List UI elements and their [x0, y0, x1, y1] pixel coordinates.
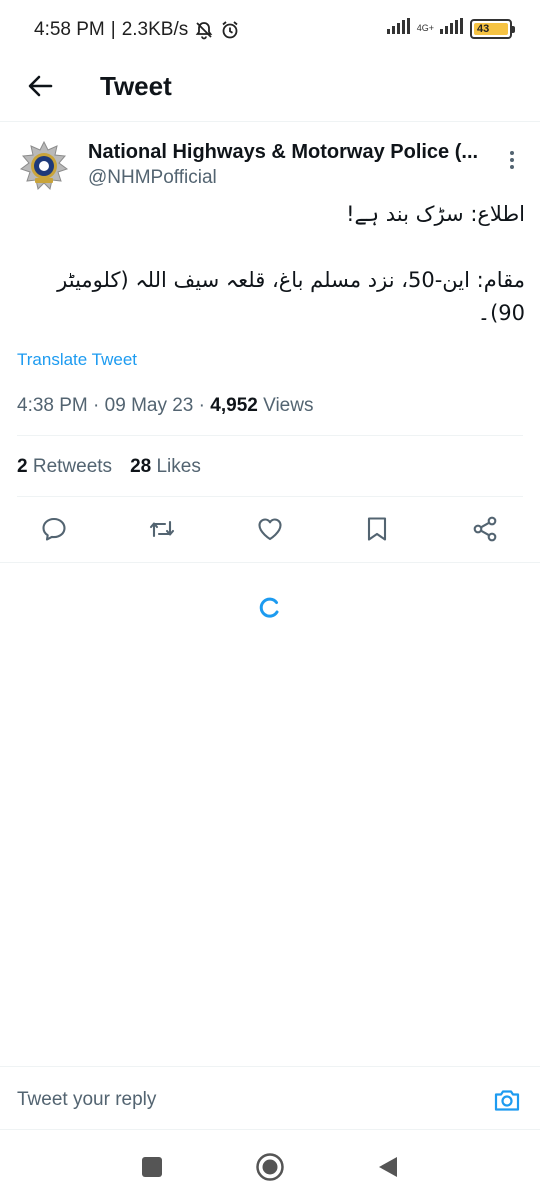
divider: [17, 496, 523, 497]
tweet-text-line: مقام: این-50، نزد مسلم باغ، قلعہ سیف الل…: [57, 268, 525, 325]
avatar[interactable]: [17, 140, 71, 194]
bookmark-icon: [364, 515, 390, 548]
battery-icon: 43: [470, 18, 515, 39]
views-count: 4,952: [210, 395, 258, 416]
retweets-count: 2: [17, 456, 28, 477]
arrow-left-icon: [27, 73, 53, 104]
app-header: Tweet: [0, 60, 540, 122]
tweet-stats: 2 Retweets 28 Likes: [17, 456, 201, 478]
camera-icon: [492, 1090, 522, 1119]
author-name[interactable]: National Highways & Motorway Police (...: [88, 141, 498, 164]
triangle-back-icon: [376, 1155, 400, 1184]
share-icon: [471, 515, 499, 548]
likes-count: 28: [130, 456, 152, 477]
back-button[interactable]: [20, 68, 60, 108]
status-left: 4:58 PM | 2.3KB/s: [34, 19, 240, 41]
divider: [17, 435, 523, 436]
loading-spinner-icon: [258, 597, 280, 619]
author-handle[interactable]: @NHMPofficial: [88, 167, 217, 189]
network-label: 4G+: [416, 23, 434, 33]
tweet-time[interactable]: 4:38 PM: [17, 395, 88, 416]
like-icon: [256, 515, 284, 548]
more-options-button[interactable]: [498, 148, 526, 176]
tweet-text-line: اطلاع: سڑک بند ہے!: [346, 202, 525, 226]
back-nav-button[interactable]: [373, 1154, 403, 1184]
system-nav-bar: [0, 1140, 540, 1200]
meta-dot: ·: [198, 395, 205, 416]
status-time: 4:58 PM: [34, 19, 105, 40]
square-icon: [141, 1156, 163, 1183]
camera-button[interactable]: [492, 1085, 522, 1115]
retweet-icon: [147, 515, 177, 548]
divider: [0, 562, 540, 563]
tweet-text-spacer: [17, 231, 525, 264]
share-button[interactable]: [470, 516, 500, 546]
tweet-actions: [0, 508, 540, 554]
battery-level: 43: [474, 22, 508, 35]
retweet-button[interactable]: [147, 516, 177, 546]
reply-input[interactable]: [17, 1089, 457, 1111]
tweet-text: اطلاع: سڑک بند ہے! مقام: این-50، نزد مسل…: [17, 198, 525, 330]
meta-dot: ·: [93, 395, 100, 416]
status-bar: 4:58 PM | 2.3KB/s 4G+ 43: [0, 0, 540, 60]
retweets-stat[interactable]: 2 Retweets: [17, 456, 112, 478]
status-separator: |: [110, 19, 116, 40]
mute-bell-icon: [194, 20, 214, 40]
signal-icon: [386, 18, 411, 39]
police-badge-icon: [19, 140, 69, 190]
more-vertical-icon: [509, 150, 515, 175]
likes-stat[interactable]: 28 Likes: [130, 456, 201, 478]
reply-bar: [0, 1066, 540, 1130]
page-title: Tweet: [100, 71, 172, 101]
signal-icon-2: [440, 18, 464, 39]
views-label: Views: [263, 395, 314, 416]
likes-label: Likes: [156, 456, 201, 477]
status-right: 4G+ 43: [386, 18, 515, 39]
translate-tweet-link[interactable]: Translate Tweet: [17, 350, 137, 370]
retweets-label: Retweets: [32, 456, 113, 477]
bookmark-button[interactable]: [362, 516, 392, 546]
tweet-date[interactable]: 09 May 23: [105, 395, 194, 416]
home-button[interactable]: [255, 1152, 285, 1187]
status-speed: 2.3KB/s: [121, 19, 189, 40]
home-circle-icon: [255, 1152, 285, 1187]
alarm-icon: [220, 20, 240, 40]
recents-button[interactable]: [137, 1154, 167, 1184]
tweet-meta: 4:38 PM · 09 May 23 · 4,952 Views: [17, 395, 313, 417]
like-button[interactable]: [255, 516, 285, 546]
reply-icon: [40, 515, 68, 548]
reply-button[interactable]: [39, 516, 69, 546]
